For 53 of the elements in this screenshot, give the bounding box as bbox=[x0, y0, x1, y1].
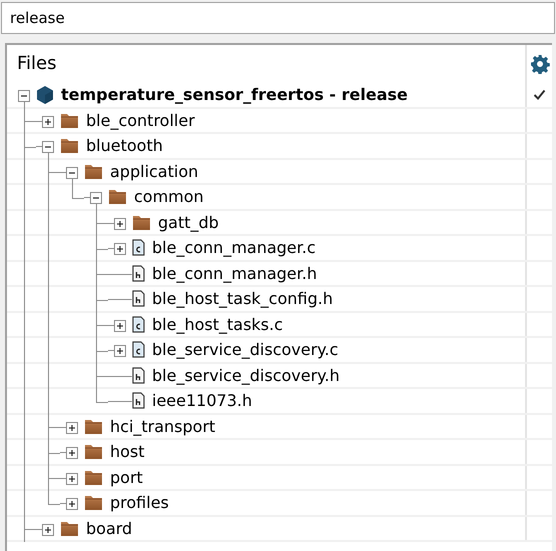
tree-item-label[interactable]: board bbox=[86, 518, 132, 538]
tree-item-label[interactable]: host bbox=[110, 442, 145, 462]
folder-icon bbox=[84, 468, 103, 486]
folder-icon bbox=[132, 214, 151, 231]
tree-item-label[interactable]: hci_transport bbox=[110, 416, 216, 436]
header-file-icon bbox=[132, 392, 145, 410]
expand-icon[interactable] bbox=[114, 345, 126, 357]
expand-icon[interactable] bbox=[66, 498, 78, 510]
expand-icon[interactable] bbox=[66, 447, 78, 459]
column-header: Files bbox=[16, 52, 58, 76]
expand-icon[interactable] bbox=[42, 116, 54, 128]
folder-icon bbox=[84, 443, 103, 460]
tree-item-label[interactable]: ble_conn_manager.h bbox=[152, 264, 317, 283]
collapse-icon[interactable] bbox=[18, 90, 30, 102]
folder-icon bbox=[60, 137, 79, 154]
folder-icon bbox=[84, 418, 103, 435]
expand-icon[interactable] bbox=[66, 422, 78, 434]
folder-icon bbox=[84, 494, 103, 512]
tree-item-label[interactable]: ble_controller bbox=[86, 110, 195, 130]
tree-item-label[interactable]: gatt_db bbox=[158, 212, 219, 232]
collapse-icon[interactable] bbox=[90, 192, 102, 204]
tree-item-label[interactable]: profiles bbox=[110, 493, 169, 512]
folder-icon bbox=[60, 520, 79, 537]
expand-icon[interactable] bbox=[66, 472, 78, 484]
tree-item-label[interactable]: application bbox=[110, 162, 198, 181]
tree-item-label[interactable]: ieee11073.h bbox=[152, 391, 252, 410]
tree-item-label[interactable]: bluetooth bbox=[86, 136, 163, 156]
tree-item-label[interactable]: port bbox=[110, 468, 143, 487]
folder-icon bbox=[60, 112, 79, 129]
collapse-icon[interactable] bbox=[42, 141, 54, 153]
collapse-icon[interactable] bbox=[66, 166, 78, 178]
tree-item-label[interactable]: ble_conn_manager.c bbox=[152, 238, 316, 258]
cube-icon bbox=[36, 84, 54, 105]
tree-item-label[interactable]: ble_host_tasks.c bbox=[152, 314, 283, 334]
tree-item-label[interactable]: ble_host_task_config.h bbox=[152, 289, 333, 308]
source-file-icon bbox=[132, 239, 145, 256]
tree-item-label[interactable]: ble_service_discovery.h bbox=[152, 366, 340, 385]
folder-icon bbox=[84, 162, 103, 180]
search-field[interactable]: release bbox=[1, 2, 555, 34]
tree-item-label[interactable]: ble_service_discovery.c bbox=[152, 340, 338, 360]
header-file-icon bbox=[132, 290, 145, 308]
expand-icon[interactable] bbox=[114, 320, 126, 332]
tree-item-label[interactable]: common bbox=[134, 187, 204, 206]
source-file-icon bbox=[132, 316, 145, 333]
header-file-icon bbox=[132, 366, 145, 384]
expand-icon[interactable] bbox=[114, 218, 126, 230]
expand-icon[interactable] bbox=[114, 243, 126, 255]
folder-icon bbox=[108, 188, 127, 206]
settings-icon[interactable] bbox=[530, 54, 550, 74]
source-file-icon bbox=[132, 341, 145, 358]
tree-item-label[interactable]: temperature_sensor_freertos - release bbox=[61, 85, 408, 104]
expand-icon[interactable] bbox=[42, 524, 54, 536]
header-file-icon bbox=[132, 264, 145, 282]
